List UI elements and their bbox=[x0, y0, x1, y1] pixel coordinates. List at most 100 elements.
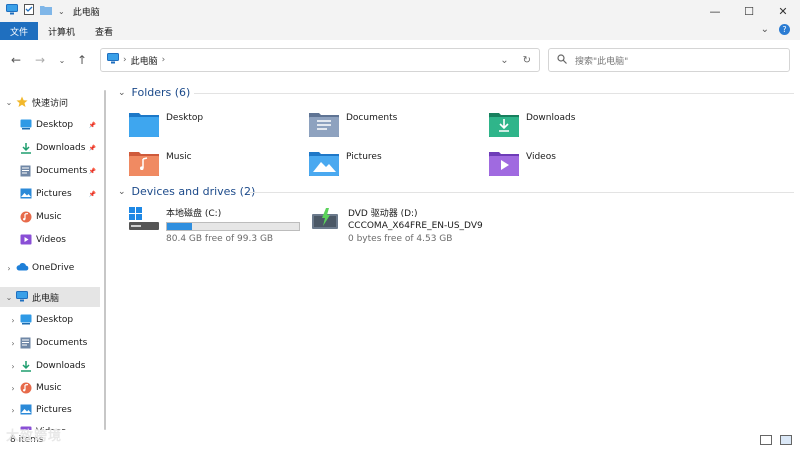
folder-tile[interactable]: Pictures bbox=[308, 149, 382, 180]
chevron-right-icon[interactable]: › bbox=[4, 264, 14, 273]
content-pane: ⌄ Folders (6) Desktop Documents Downloads M… bbox=[112, 80, 800, 430]
sidebar-item-label: Videos bbox=[36, 235, 66, 245]
tab-computer[interactable]: 计算机 bbox=[38, 22, 85, 40]
star-icon bbox=[16, 96, 28, 108]
search-icon bbox=[557, 53, 567, 67]
tab-view[interactable]: 查看 bbox=[85, 22, 123, 40]
chevron-right-icon[interactable]: › bbox=[8, 406, 18, 415]
breadcrumb-separator-icon[interactable]: › bbox=[123, 55, 127, 65]
folder-tile[interactable]: Music bbox=[128, 149, 192, 180]
sidebar-item[interactable]: ⌄ 此电脑 bbox=[0, 287, 100, 307]
drive-usage-bar bbox=[166, 222, 300, 231]
folder-label: Desktop bbox=[166, 113, 204, 123]
expand-ribbon-icon[interactable]: ⌄ bbox=[761, 24, 769, 35]
folder-tile[interactable]: Downloads bbox=[488, 110, 575, 141]
downloads-icon bbox=[20, 142, 32, 154]
chevron-down-icon[interactable]: ⌄ bbox=[118, 187, 126, 197]
sidebar-item[interactable]: Pictures 📌 bbox=[0, 184, 100, 204]
desktop-folder-icon bbox=[128, 110, 160, 141]
minimize-button[interactable]: — bbox=[698, 0, 732, 22]
dvd-drive-icon bbox=[310, 206, 342, 235]
sidebar-item[interactable]: Downloads 📌 bbox=[0, 138, 100, 158]
chevron-down-icon[interactable]: ⌄ bbox=[4, 293, 14, 302]
chevron-down-icon[interactable]: ⌄ bbox=[58, 7, 65, 16]
up-arrow-icon[interactable]: ↑ bbox=[74, 52, 90, 68]
large-icons-view-icon[interactable] bbox=[780, 435, 792, 445]
close-button[interactable]: ✕ bbox=[766, 0, 800, 22]
pictures-icon bbox=[20, 404, 32, 416]
folders-section-header[interactable]: ⌄ Folders (6) bbox=[118, 86, 794, 99]
title-bar: ⌄ 此电脑 — ☐ ✕ bbox=[0, 0, 800, 22]
folder-tile[interactable]: Desktop bbox=[128, 110, 203, 141]
address-history-icon[interactable]: ⌄ bbox=[500, 55, 508, 66]
desktop-folder-icon bbox=[20, 119, 32, 131]
sidebar-item-label: Pictures bbox=[36, 405, 72, 415]
sidebar-item-label: Downloads bbox=[36, 143, 86, 153]
sidebar-item[interactable]: › OneDrive bbox=[0, 258, 100, 278]
chevron-right-icon[interactable]: › bbox=[8, 384, 18, 393]
folder-tile[interactable]: Videos bbox=[488, 149, 556, 180]
section-divider bbox=[248, 192, 794, 193]
drive-name: 本地磁盘 (C:) bbox=[166, 209, 222, 219]
chevron-down-icon[interactable]: ⌄ bbox=[4, 98, 14, 107]
search-placeholder: 搜索"此电脑" bbox=[575, 56, 629, 67]
documents-icon bbox=[20, 337, 32, 349]
sidebar-item[interactable]: › Pictures bbox=[0, 400, 100, 420]
tab-file[interactable]: 文件 bbox=[0, 22, 39, 40]
sidebar-item-label: OneDrive bbox=[32, 263, 75, 273]
sidebar-item-label: Music bbox=[36, 383, 62, 393]
refresh-icon[interactable]: ↻ bbox=[523, 55, 531, 66]
forward-arrow-icon[interactable]: → bbox=[32, 52, 48, 68]
back-arrow-icon[interactable]: ← bbox=[8, 52, 24, 68]
sidebar-item-label: Desktop bbox=[36, 315, 74, 325]
search-box[interactable]: 搜索"此电脑" bbox=[548, 48, 790, 72]
properties-icon[interactable] bbox=[24, 4, 34, 18]
drive-c[interactable]: 本地磁盘 (C:) 80.4 GB free of 99.3 GB bbox=[128, 206, 300, 244]
section-divider bbox=[194, 93, 794, 94]
downloads-icon bbox=[20, 360, 32, 372]
pin-icon: 📌 bbox=[88, 167, 96, 175]
breadcrumb-separator-icon[interactable]: › bbox=[162, 55, 166, 65]
sidebar-item[interactable]: Music bbox=[0, 207, 100, 227]
pin-icon: 📌 bbox=[88, 190, 96, 198]
folder-label: Music bbox=[166, 152, 192, 162]
folder-tile[interactable]: Documents bbox=[308, 110, 397, 141]
chevron-right-icon[interactable]: › bbox=[8, 339, 18, 348]
folders-header-label: Folders (6) bbox=[131, 86, 191, 99]
computer-icon bbox=[16, 291, 28, 303]
sidebar-item[interactable]: Videos bbox=[0, 230, 100, 250]
chevron-right-icon[interactable]: › bbox=[8, 316, 18, 325]
sidebar-item[interactable]: › Desktop bbox=[0, 310, 100, 330]
maximize-button[interactable]: ☐ bbox=[732, 0, 766, 22]
new-folder-icon[interactable] bbox=[40, 5, 52, 18]
windows-drive-icon bbox=[128, 206, 160, 235]
sidebar-item-label: 此电脑 bbox=[32, 293, 60, 304]
pin-icon: 📌 bbox=[88, 121, 96, 129]
pin-icon: 📌 bbox=[88, 144, 96, 152]
sidebar-item-label: 快速访问 bbox=[32, 98, 69, 109]
navigation-pane: ⌄ 快速访问 Desktop 📌 Downloads 📌 Documents 📌 Picture… bbox=[0, 80, 106, 437]
sidebar-item[interactable]: › Downloads bbox=[0, 356, 100, 376]
music-icon bbox=[20, 382, 32, 394]
drives-section-header[interactable]: ⌄ Devices and drives (2) bbox=[118, 185, 794, 198]
breadcrumb-segment[interactable]: 此电脑 bbox=[131, 54, 158, 67]
cloud-icon bbox=[16, 262, 29, 274]
sidebar-item[interactable]: Documents 📌 bbox=[0, 161, 100, 181]
recent-locations-icon[interactable]: ⌄ bbox=[54, 52, 70, 68]
details-view-icon[interactable] bbox=[760, 435, 772, 445]
sidebar-item[interactable]: › Documents bbox=[0, 333, 100, 353]
music-icon bbox=[20, 211, 32, 223]
sidebar-item[interactable]: ⌄ 快速访问 bbox=[0, 92, 100, 112]
drive-volume-label: CCCOMA_X64FRE_EN-US_DV9 bbox=[348, 221, 483, 231]
address-bar[interactable]: › 此电脑 › ⌄ ↻ bbox=[100, 48, 540, 72]
computer-icon bbox=[107, 53, 119, 67]
chevron-down-icon[interactable]: ⌄ bbox=[118, 88, 126, 98]
chevron-right-icon[interactable]: › bbox=[8, 362, 18, 371]
documents-icon bbox=[20, 165, 32, 177]
sidebar-item[interactable]: Desktop 📌 bbox=[0, 115, 100, 135]
sidebar-item[interactable]: › Music bbox=[0, 378, 100, 398]
drives-header-label: Devices and drives (2) bbox=[131, 185, 256, 198]
help-icon[interactable]: ? bbox=[779, 24, 790, 35]
sidebar-scrollbar[interactable] bbox=[104, 90, 106, 430]
drive-d[interactable]: DVD 驱动器 (D:) CCCOMA_X64FRE_EN-US_DV9 0 b… bbox=[310, 206, 483, 244]
